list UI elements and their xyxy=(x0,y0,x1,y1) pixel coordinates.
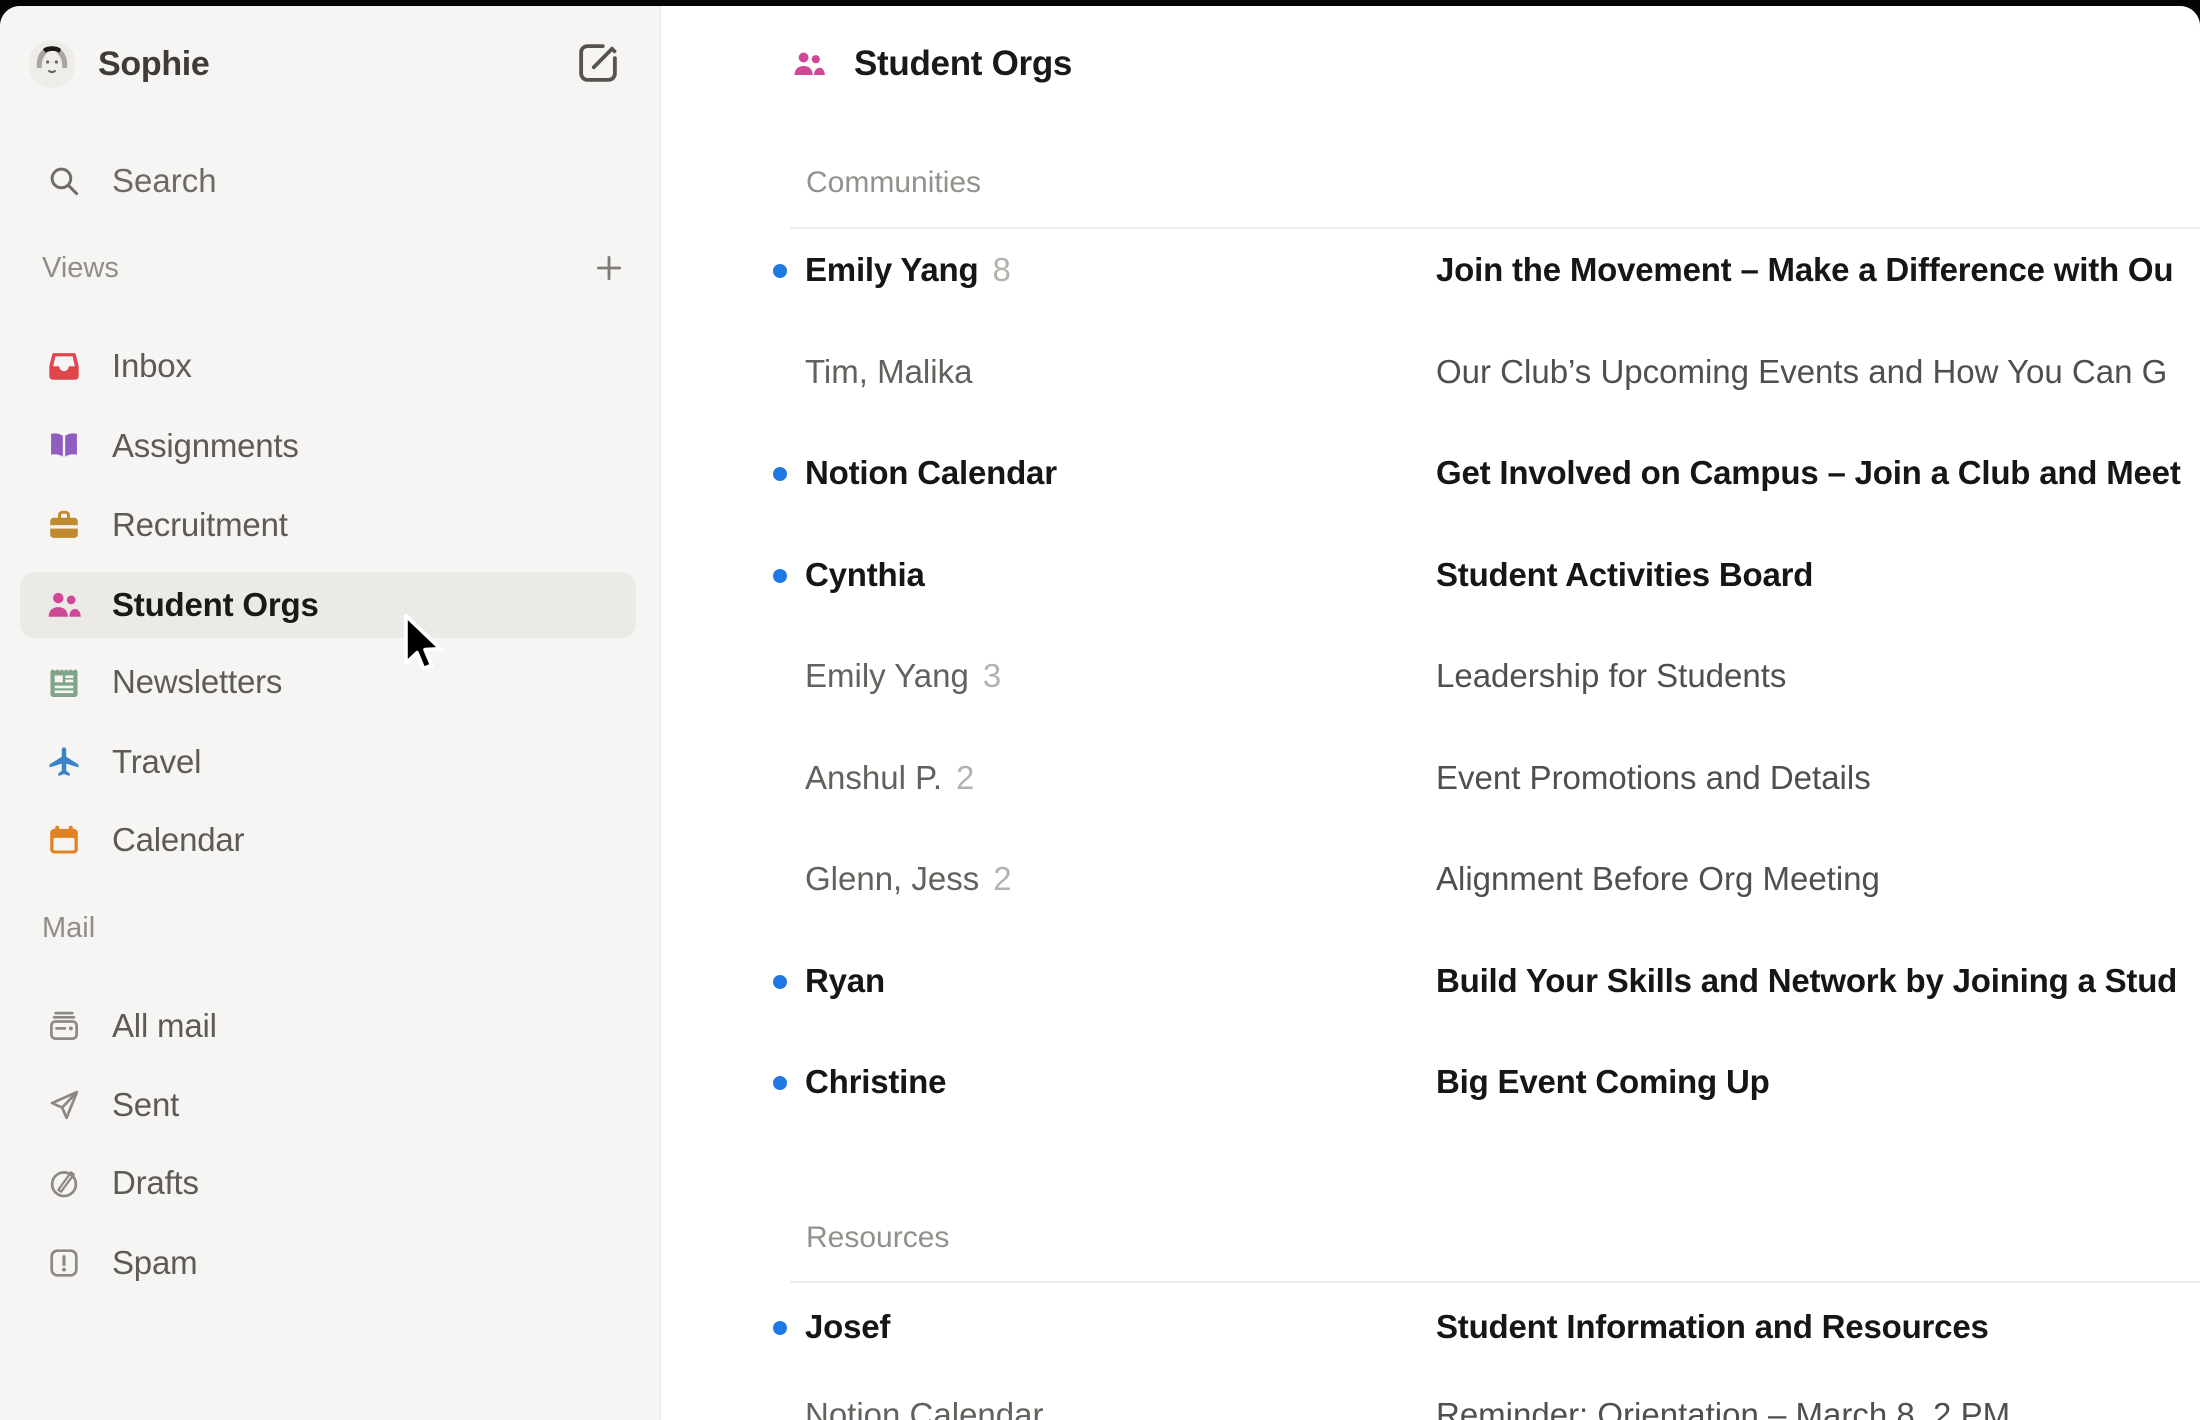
thread-count: 3 xyxy=(983,657,1001,694)
sidebar-item-label: Travel xyxy=(112,743,201,781)
email-subject: Student Information and Resources xyxy=(1436,1308,2200,1346)
email-row[interactable]: Ryan Build Your Skills and Network by Joi… xyxy=(662,931,2200,1033)
email-row[interactable]: Notion Calendar Get Involved on Campus – … xyxy=(662,423,2200,525)
sender-name: Ryan xyxy=(805,962,885,1000)
plane-icon xyxy=(46,744,82,780)
avatar xyxy=(28,40,76,88)
group-label-resources: Resources xyxy=(806,1221,949,1255)
all-mail-icon xyxy=(46,1008,82,1044)
sidebar-section-label-views: Views xyxy=(42,252,119,285)
email-row[interactable]: Tim, Malika Our Club’s Upcoming Events an… xyxy=(662,322,2200,424)
people-icon xyxy=(46,587,82,623)
sidebar-item-assignments[interactable]: Assignments xyxy=(20,413,636,479)
inbox-icon xyxy=(46,348,82,384)
user-name: Sophie xyxy=(98,45,210,84)
email-subject: Event Promotions and Details xyxy=(1436,759,2200,797)
email-row[interactable]: Emily Yang8 Join the Movement – Make a Di… xyxy=(662,220,2200,322)
unread-dot xyxy=(773,975,787,989)
sender-name: Cynthia xyxy=(805,556,925,594)
email-row[interactable]: Anshul P.2 Event Promotions and Details xyxy=(662,728,2200,830)
sender-name: Notion Calendar xyxy=(805,1396,1043,1420)
unread-dot xyxy=(773,467,787,481)
thread-count: 8 xyxy=(992,251,1010,288)
sender-name: Notion Calendar xyxy=(805,454,1057,492)
email-subject: Join the Movement – Make a Difference wi… xyxy=(1436,251,2200,289)
sidebar-item-travel[interactable]: Travel xyxy=(20,729,636,795)
email-subject: Build Your Skills and Network by Joining… xyxy=(1436,962,2200,1000)
search-icon xyxy=(46,163,82,199)
sidebar-item-all-mail[interactable]: All mail xyxy=(20,993,636,1059)
sender-name: Tim, Malika xyxy=(805,353,972,391)
email-row[interactable]: Christine Big Event Coming Up xyxy=(662,1032,2200,1134)
sidebar-item-sent[interactable]: Sent xyxy=(20,1072,636,1138)
drafts-icon xyxy=(46,1165,82,1201)
sidebar-item-label: All mail xyxy=(112,1007,217,1045)
sidebar-item-inbox[interactable]: Inbox xyxy=(20,333,636,399)
sender-name: Anshul P.2 xyxy=(805,759,974,797)
sidebar-item-label: Recruitment xyxy=(112,506,288,544)
email-row[interactable]: Cynthia Student Activities Board xyxy=(662,525,2200,627)
list-header: Student Orgs xyxy=(792,44,1072,84)
sidebar-item-spam[interactable]: Spam xyxy=(20,1230,636,1296)
mail-app-window: Sophie Search Views Inbox Assignments Recru… xyxy=(0,6,2200,1420)
sidebar-item-label: Calendar xyxy=(112,821,244,859)
unread-dot xyxy=(773,569,787,583)
sidebar-item-label: Student Orgs xyxy=(112,586,319,624)
compose-button[interactable] xyxy=(572,38,624,90)
sidebar-item-label: Inbox xyxy=(112,347,192,385)
newspaper-icon xyxy=(46,664,82,700)
sidebar-item-label: Drafts xyxy=(112,1164,199,1202)
briefcase-icon xyxy=(46,507,82,543)
email-subject: Student Activities Board xyxy=(1436,556,2200,594)
people-icon xyxy=(792,47,826,81)
sidebar-item-label: Newsletters xyxy=(112,663,282,701)
sender-name: Christine xyxy=(805,1063,946,1101)
spam-icon xyxy=(46,1245,82,1281)
unread-dot xyxy=(773,264,787,278)
sidebar-item-drafts[interactable]: Drafts xyxy=(20,1150,636,1216)
email-row[interactable]: Emily Yang3 Leadership for Students xyxy=(662,626,2200,728)
sidebar-item-label: Spam xyxy=(112,1244,197,1282)
sidebar-item-label: Sent xyxy=(112,1086,179,1124)
email-subject: Our Club’s Upcoming Events and How You C… xyxy=(1436,353,2200,391)
sidebar-item-newsletters[interactable]: Newsletters xyxy=(20,649,636,715)
sender-name: Glenn, Jess2 xyxy=(805,860,1012,898)
sidebar-section-label-mail: Mail xyxy=(42,912,95,945)
email-row[interactable]: Notion Calendar Reminder: Orientation – M… xyxy=(662,1365,2200,1420)
screen: Sophie Search Views Inbox Assignments Recru… xyxy=(0,0,2200,1420)
sent-icon xyxy=(46,1087,82,1123)
sender-name: Emily Yang3 xyxy=(805,657,1001,695)
sidebar: Sophie Search Views Inbox Assignments Recru… xyxy=(0,6,661,1420)
email-row[interactable]: Josef Student Information and Resources xyxy=(662,1277,2200,1379)
email-subject: Alignment Before Org Meeting xyxy=(1436,860,2200,898)
calendar-icon xyxy=(46,822,82,858)
unread-dot xyxy=(773,1076,787,1090)
sender-name: Josef xyxy=(805,1308,890,1346)
sidebar-item-student-orgs[interactable]: Student Orgs xyxy=(20,572,636,638)
email-row[interactable]: Glenn, Jess2 Alignment Before Org Meeting xyxy=(662,829,2200,931)
book-icon xyxy=(46,428,82,464)
sidebar-item-label: Assignments xyxy=(112,427,299,465)
compose-icon xyxy=(575,40,621,86)
thread-count: 2 xyxy=(956,759,974,796)
unread-dot xyxy=(773,1321,787,1335)
page-title: Student Orgs xyxy=(854,44,1072,84)
thread-count: 2 xyxy=(993,860,1011,897)
sidebar-item-recruitment[interactable]: Recruitment xyxy=(20,492,636,558)
email-subject: Leadership for Students xyxy=(1436,657,2200,695)
group-label-communities: Communities xyxy=(806,166,981,200)
message-list-pane: Student Orgs Communities Emily Yang8 Join … xyxy=(662,6,2200,1420)
search-label: Search xyxy=(112,162,217,200)
add-view-button[interactable] xyxy=(592,251,626,285)
sidebar-item-calendar[interactable]: Calendar xyxy=(20,807,636,873)
email-subject: Get Involved on Campus – Join a Club and… xyxy=(1436,454,2200,492)
email-subject: Reminder: Orientation – March 8, 2 PM xyxy=(1436,1396,2200,1420)
email-subject: Big Event Coming Up xyxy=(1436,1063,2200,1101)
sender-name: Emily Yang8 xyxy=(805,251,1011,289)
search-button[interactable]: Search xyxy=(46,152,217,210)
account-switcher[interactable]: Sophie xyxy=(28,32,210,96)
